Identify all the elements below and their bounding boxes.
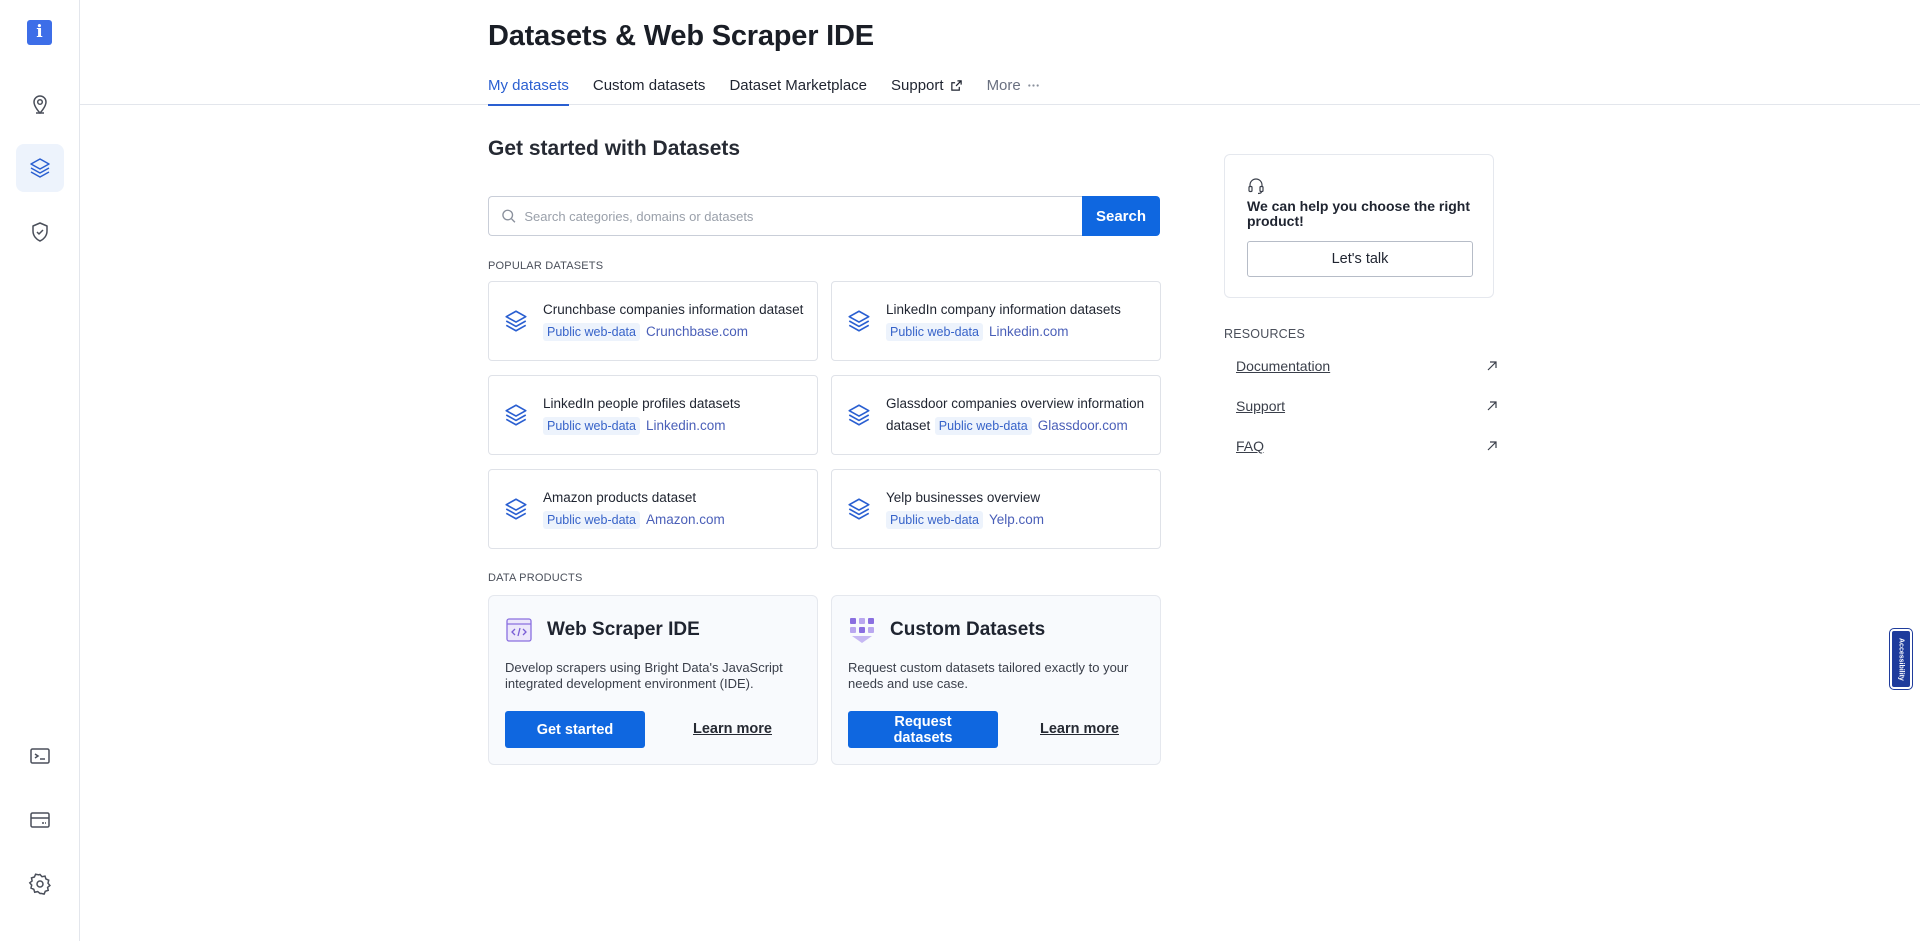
terminal-icon: [30, 748, 50, 764]
ellipsis-icon: [1027, 84, 1039, 87]
dataset-name: LinkedIn people profiles datasets: [543, 396, 741, 411]
request-datasets-button[interactable]: Request datasets: [848, 711, 998, 748]
dataset-domain: Linkedin.com: [645, 418, 726, 433]
accessibility-button[interactable]: Accessibility: [1889, 628, 1913, 690]
layers-icon: [848, 310, 870, 332]
dataset-tag: Public web-data: [543, 323, 640, 341]
dataset-name: Amazon products dataset: [543, 490, 697, 505]
help-card: We can help you choose the right product…: [1224, 154, 1494, 298]
tab-my-datasets[interactable]: My datasets: [488, 77, 569, 106]
arrow-up-right-icon: [1487, 361, 1497, 371]
resources-label: RESOURCES: [1224, 327, 1305, 341]
dataset-card[interactable]: Glassdoor companies overview information…: [831, 375, 1161, 455]
shield-check-icon: [32, 222, 48, 242]
search-button[interactable]: Search: [1082, 196, 1160, 236]
dataset-card[interactable]: LinkedIn people profiles datasets Public …: [488, 375, 818, 455]
custom-dataset-icon: [850, 618, 874, 643]
sidebar-item-settings[interactable]: [16, 860, 64, 908]
resource-link-label[interactable]: Documentation: [1236, 358, 1330, 374]
resource-link-documentation[interactable]: Documentation: [1236, 358, 1498, 374]
layers-icon: [505, 404, 527, 426]
resource-link-support[interactable]: Support: [1236, 398, 1498, 414]
resource-link-faq[interactable]: FAQ: [1236, 438, 1498, 454]
dataset-tag: Public web-data: [543, 511, 640, 529]
search-icon: [502, 209, 516, 223]
product-card-custom-datasets: Custom Datasets Request custom datasets …: [831, 595, 1161, 765]
learn-more-link[interactable]: Learn more: [1040, 721, 1119, 737]
dataset-domain: Glassdoor.com: [1037, 418, 1128, 433]
layers-icon: [30, 158, 50, 178]
dataset-name: Crunchbase companies information dataset: [543, 302, 804, 317]
tab-more[interactable]: More: [987, 77, 1040, 105]
page-header: Datasets & Web Scraper IDE My datasets C…: [80, 0, 1920, 106]
dataset-domain: Yelp.com: [988, 512, 1044, 527]
tab-custom-datasets[interactable]: Custom datasets: [593, 77, 706, 105]
search-box: [488, 196, 1082, 236]
sidebar: i: [0, 0, 80, 941]
layers-icon: [505, 498, 527, 520]
brand-logo[interactable]: i: [27, 20, 52, 45]
dataset-domain: Linkedin.com: [988, 324, 1069, 339]
dataset-search: Search: [488, 196, 1160, 236]
get-started-button[interactable]: Get started: [505, 711, 645, 748]
dataset-tag: Public web-data: [886, 511, 983, 529]
dataset-name: Yelp businesses overview: [886, 490, 1041, 505]
help-text: We can help you choose the right product…: [1247, 198, 1470, 229]
tab-bar: My datasets Custom datasets Dataset Mark…: [488, 77, 1040, 106]
location-pin-icon: [33, 95, 47, 115]
data-products-label: DATA PRODUCTS: [488, 572, 583, 584]
page-title: Datasets & Web Scraper IDE: [488, 20, 874, 52]
dataset-name: LinkedIn company information datasets: [886, 302, 1121, 317]
sidebar-item-terminal[interactable]: [16, 732, 64, 780]
resource-link-label[interactable]: FAQ: [1236, 438, 1264, 454]
search-input[interactable]: [524, 208, 1082, 224]
dataset-card[interactable]: LinkedIn company information datasets Pub…: [831, 281, 1161, 361]
product-card-web-scraper-ide: Web Scraper IDE Develop scrapers using B…: [488, 595, 818, 765]
dataset-tag: Public web-data: [934, 417, 1032, 435]
dataset-domain: Amazon.com: [645, 512, 725, 527]
external-link-icon: [950, 80, 962, 91]
product-title: Web Scraper IDE: [547, 619, 700, 640]
popular-datasets-label: POPULAR DATASETS: [488, 260, 604, 272]
product-description: Develop scrapers using Bright Data's Jav…: [505, 660, 783, 691]
product-description: Request custom datasets tailored exactly…: [848, 660, 1129, 691]
layers-icon: [848, 404, 870, 426]
layers-icon: [848, 498, 870, 520]
dataset-card[interactable]: Amazon products dataset Public web-data Am…: [488, 469, 818, 549]
headset-icon: [1248, 178, 1264, 195]
product-title: Custom Datasets: [890, 619, 1046, 640]
sidebar-item-datasets[interactable]: [16, 144, 64, 192]
credit-card-icon: [30, 812, 50, 828]
tab-dataset-marketplace[interactable]: Dataset Marketplace: [729, 77, 867, 105]
layers-icon: [505, 310, 527, 332]
sidebar-item-proxies[interactable]: [16, 80, 64, 128]
dataset-domain: Crunchbase.com: [645, 324, 749, 339]
sidebar-item-security[interactable]: [16, 208, 64, 256]
dataset-card[interactable]: Yelp businesses overview Public web-data Y…: [831, 469, 1161, 549]
arrow-up-right-icon: [1487, 441, 1497, 451]
dataset-tag: Public web-data: [886, 323, 983, 341]
learn-more-link[interactable]: Learn more: [693, 721, 772, 737]
lets-talk-button[interactable]: Let's talk: [1247, 241, 1473, 277]
gear-icon: [28, 873, 51, 895]
arrow-up-right-icon: [1487, 401, 1497, 411]
dataset-card[interactable]: Crunchbase companies information dataset…: [488, 281, 818, 361]
tab-support[interactable]: Support: [891, 77, 963, 105]
code-window-icon: [506, 618, 532, 642]
resource-link-label[interactable]: Support: [1236, 398, 1285, 414]
sidebar-item-billing[interactable]: [16, 796, 64, 844]
section-title: Get started with Datasets: [488, 137, 741, 160]
dataset-tag: Public web-data: [543, 417, 640, 435]
